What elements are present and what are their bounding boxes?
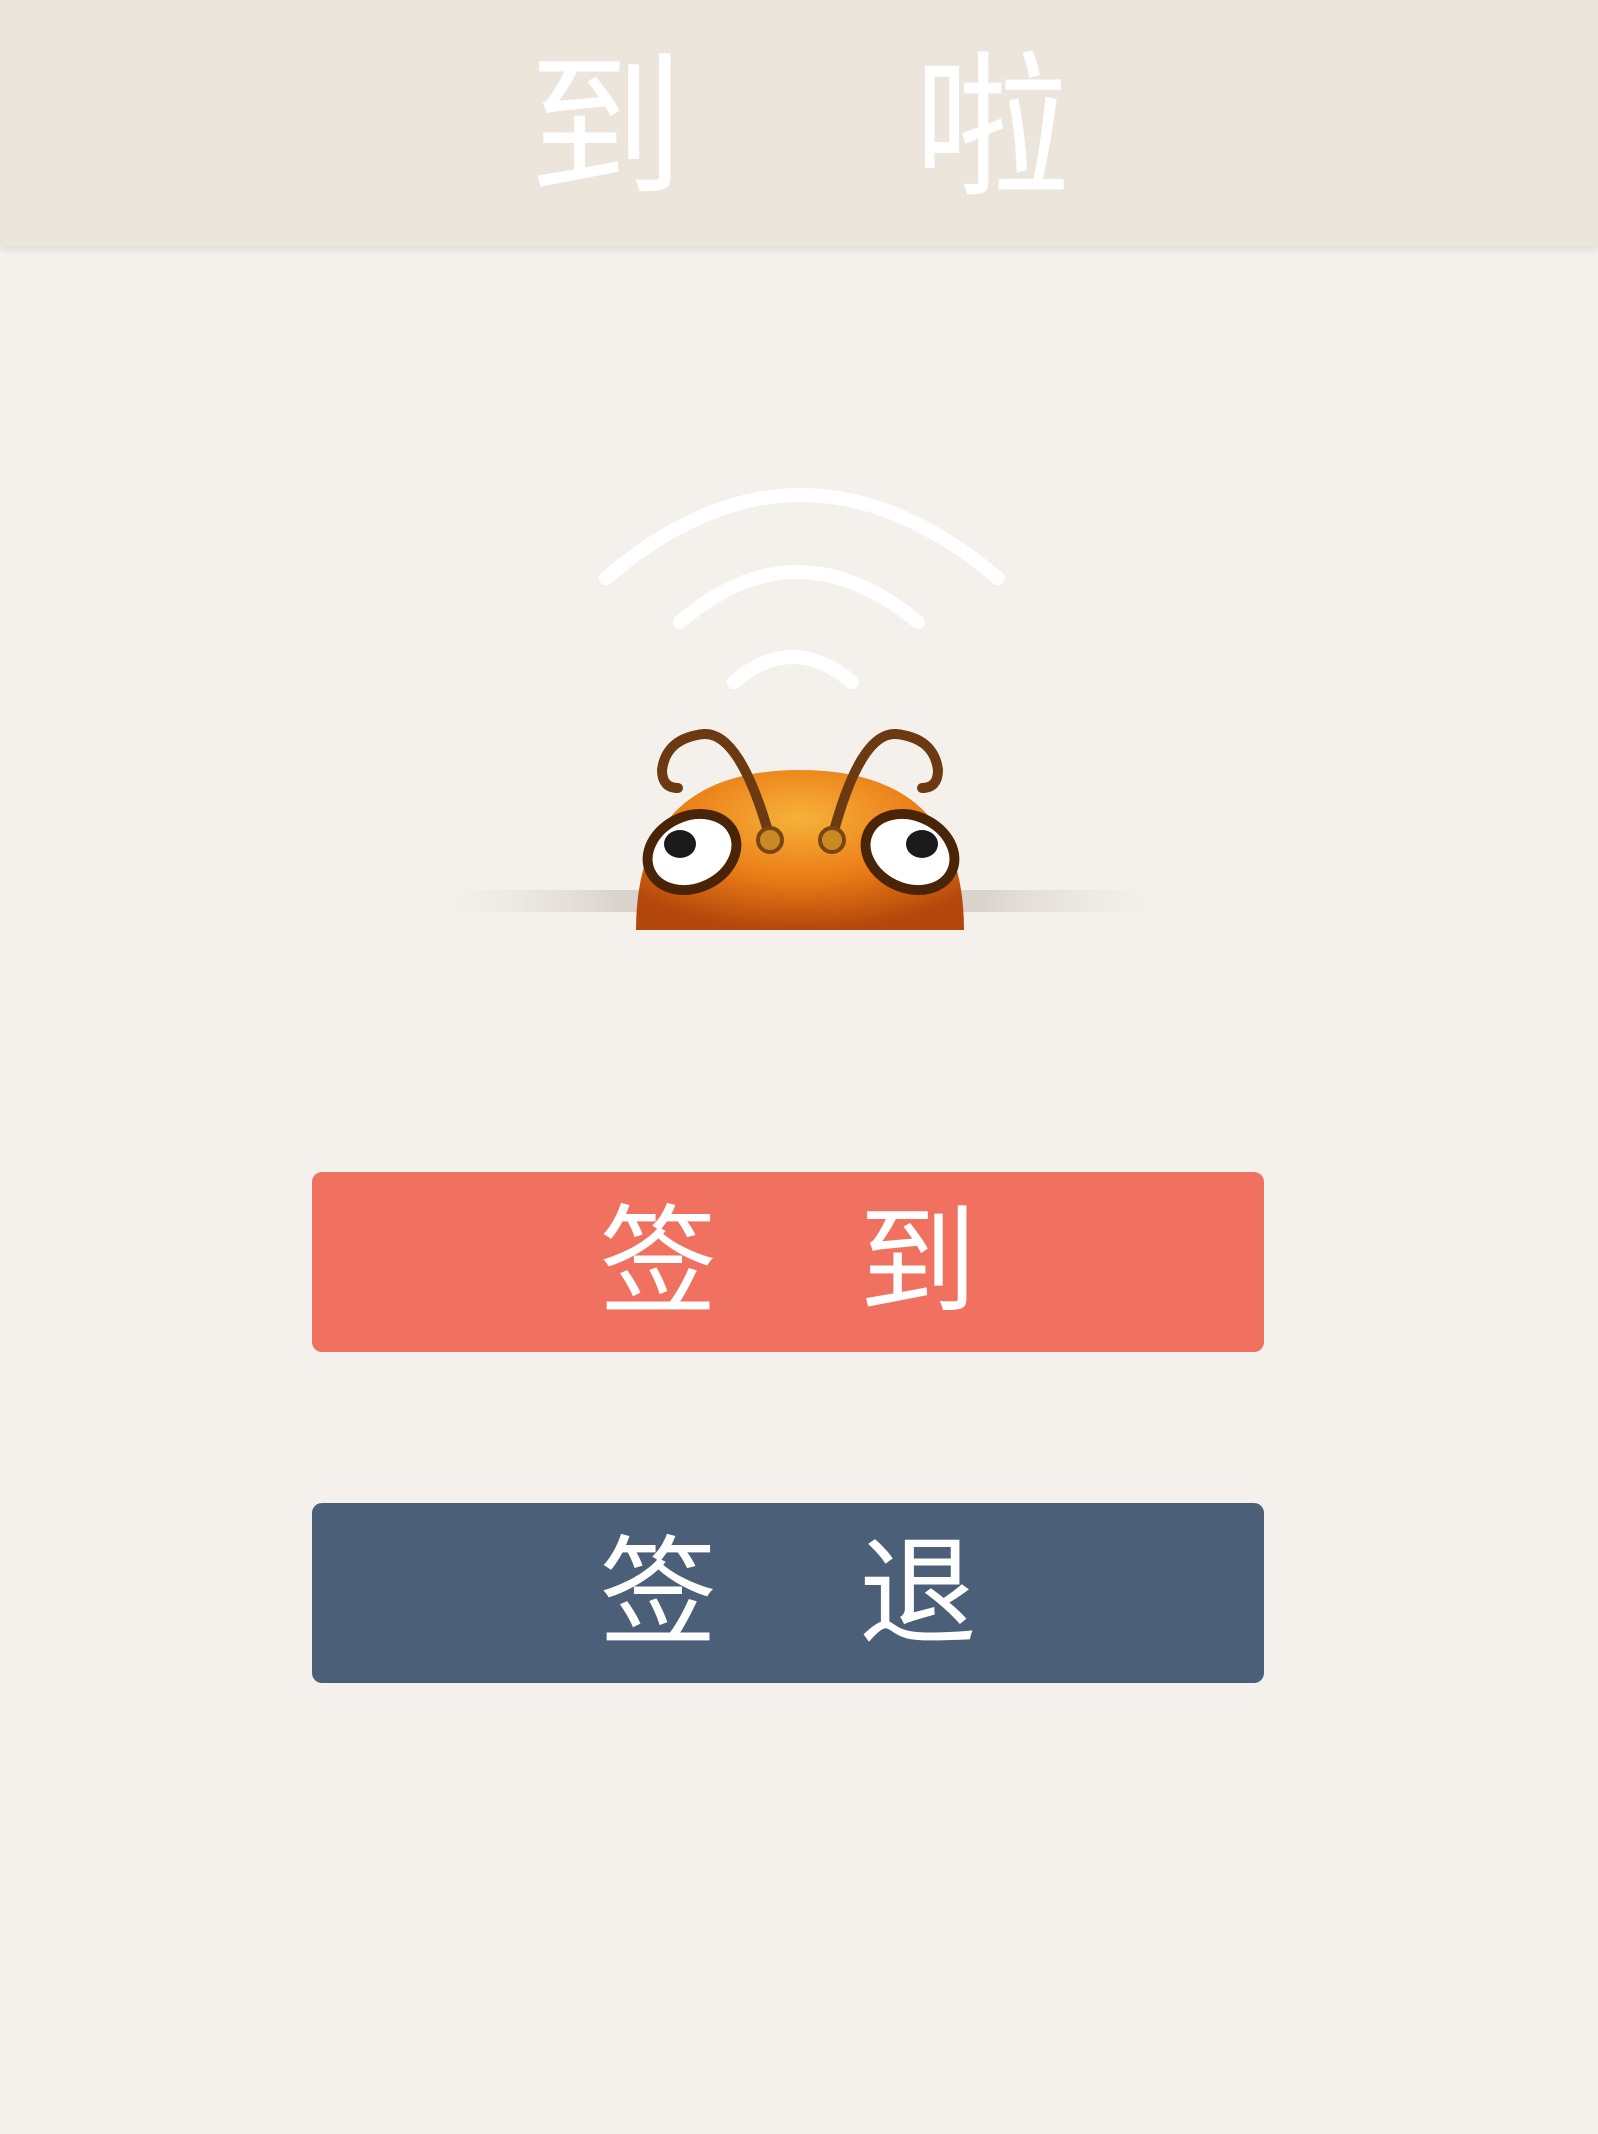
sign-in-button[interactable]: 签 到 — [312, 1172, 1264, 1352]
bug-mascot-icon — [440, 470, 1160, 960]
page-title: 到 啦 — [528, 37, 1160, 219]
signal-waves-icon — [599, 488, 1005, 689]
sign-out-button[interactable]: 签 退 — [312, 1503, 1264, 1683]
header-bar: 到 啦 — [0, 0, 1598, 246]
